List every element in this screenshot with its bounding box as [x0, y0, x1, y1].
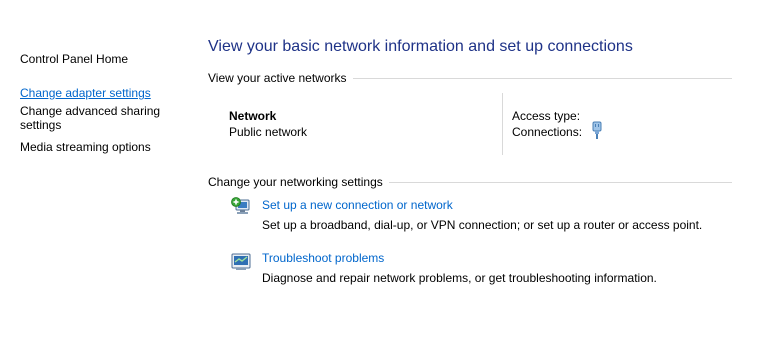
section-divider — [388, 181, 732, 183]
active-networks-label: View your active networks — [208, 71, 347, 85]
vertical-divider — [502, 93, 503, 155]
change-advanced-sharing-settings-link[interactable]: Change advanced sharing settings — [20, 104, 190, 132]
access-type-label: Access type: — [512, 109, 581, 123]
change-settings-label: Change your networking settings — [208, 175, 383, 189]
connections-label: Connections: — [512, 125, 583, 139]
ethernet-connection-icon[interactable] — [591, 121, 603, 139]
troubleshoot-icon — [231, 253, 251, 270]
setup-new-connection-description: Set up a broadband, dial-up, or VPN conn… — [262, 218, 703, 232]
troubleshoot-problems-description: Diagnose and repair network problems, or… — [262, 271, 657, 285]
change-settings-header: Change your networking settings — [208, 175, 732, 189]
main-content: View your basic network information and … — [208, 0, 738, 357]
active-networks-header: View your active networks — [208, 71, 732, 85]
network-sharing-center: Control Panel Home Change adapter settin… — [0, 0, 768, 357]
new-connection-icon — [231, 197, 250, 214]
setup-new-connection-link[interactable]: Set up a new connection or network — [262, 198, 453, 212]
media-streaming-options-link[interactable]: Media streaming options — [20, 140, 190, 154]
section-divider — [352, 77, 732, 79]
change-adapter-settings-link[interactable]: Change adapter settings — [20, 86, 190, 100]
left-nav-pane: Control Panel Home Change adapter settin… — [20, 52, 190, 162]
control-panel-home-link[interactable]: Control Panel Home — [20, 52, 190, 66]
network-name: Network — [229, 109, 277, 123]
troubleshoot-problems-link[interactable]: Troubleshoot problems — [262, 251, 384, 265]
page-title: View your basic network information and … — [208, 38, 633, 55]
network-type-link: Public network — [229, 125, 308, 139]
